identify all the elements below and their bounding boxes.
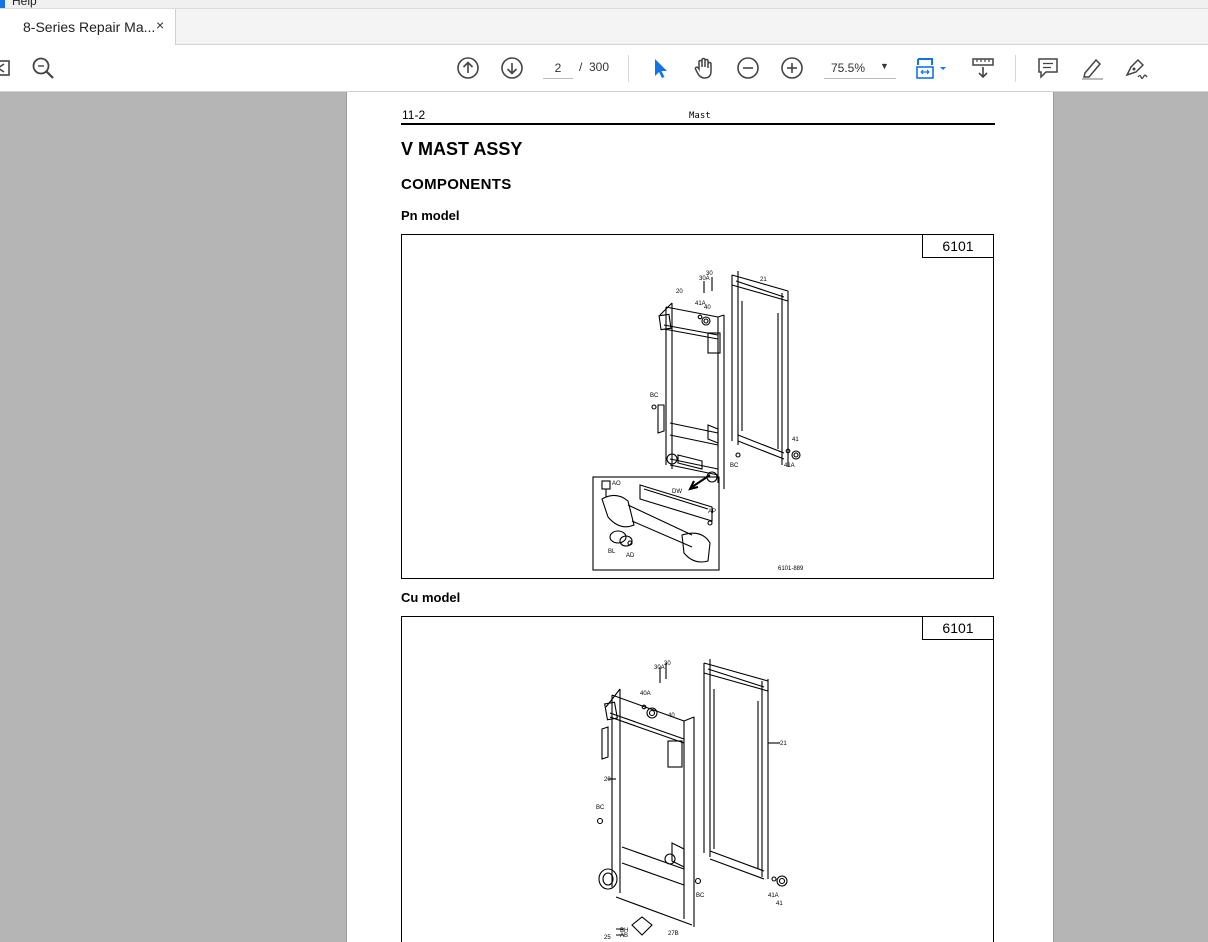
drawing-id: 6101-889 [778, 566, 804, 572]
svg-text:20: 20 [676, 289, 683, 295]
svg-text:21: 21 [760, 277, 767, 283]
svg-text:20: 20 [604, 777, 611, 783]
figure-pn-model: 6101 30 30A 21 20 41A 40 BC BC 41 41A AO… [401, 234, 994, 579]
mast-assembly-drawing: 3030A 21 20 41A40 BC BC 4141A AO DW AP B… [592, 271, 804, 572]
svg-text:30A: 30A [699, 276, 710, 282]
svg-text:30A: 30A [654, 665, 665, 671]
running-head-rule [401, 123, 995, 125]
page-separator: / [579, 60, 583, 74]
page-number-input[interactable]: 2 [543, 57, 573, 79]
menu-bar: Help [0, 0, 1208, 9]
svg-text:BL: BL [608, 549, 616, 555]
figure-caption: Pn model [401, 208, 460, 223]
menu-help[interactable]: Help [12, 0, 37, 8]
svg-text:27B: 27B [668, 931, 679, 937]
svg-text:BC: BC [650, 393, 659, 399]
page-total: 300 [589, 60, 610, 74]
sidebar-toggle-icon[interactable] [0, 55, 14, 81]
running-head-title: Mast [689, 111, 711, 121]
svg-text:40: 40 [704, 305, 711, 311]
document-tab-title: 8-Series Repair Ma... [23, 19, 156, 35]
close-tab-icon[interactable]: × [156, 17, 164, 33]
fit-page-icon[interactable] [914, 55, 950, 81]
figure-caption: Cu model [401, 590, 461, 605]
svg-text:41: 41 [776, 901, 783, 907]
pdf-page: 11-2 Mast V MAST ASSY COMPONENTS Pn mode… [346, 92, 1054, 942]
previous-page-icon[interactable] [455, 55, 481, 81]
svg-text:AB: AB [620, 933, 628, 939]
svg-text:30: 30 [664, 661, 671, 667]
zoom-in-icon[interactable] [779, 55, 805, 81]
svg-text:21: 21 [780, 741, 787, 747]
svg-text:41A: 41A [784, 463, 795, 469]
next-page-icon[interactable] [499, 55, 525, 81]
page-title: V MAST ASSY [401, 139, 523, 159]
sign-icon[interactable] [1123, 55, 1149, 81]
toolbar-divider [628, 55, 629, 82]
svg-text:40: 40 [668, 713, 675, 719]
svg-text:AO: AO [612, 481, 621, 487]
document-tab[interactable]: 8-Series Repair Ma... × [0, 9, 176, 45]
select-cursor-icon[interactable] [647, 55, 673, 81]
chevron-down-icon: ▼ [880, 61, 889, 71]
comment-icon[interactable] [1035, 55, 1061, 81]
highlight-icon[interactable] [1079, 55, 1105, 81]
zoom-value: 75.5% [831, 61, 866, 75]
svg-text:41: 41 [792, 437, 799, 443]
svg-text:40A: 40A [640, 691, 651, 697]
toolbar: 2 / 300 75.5% ▼ [0, 45, 1208, 92]
running-head-number: 11-2 [402, 108, 426, 122]
svg-text:DW: DW [672, 489, 682, 495]
hand-icon[interactable] [691, 55, 717, 81]
svg-text:AP: AP [708, 509, 716, 515]
svg-text:BC: BC [596, 805, 605, 811]
svg-text:41A: 41A [768, 893, 779, 899]
section-heading: COMPONENTS [401, 176, 512, 193]
scrolling-mode-icon[interactable] [970, 55, 996, 81]
svg-text:BC: BC [730, 463, 739, 469]
toolbar-divider [1015, 55, 1016, 82]
zoom-select[interactable]: 75.5% ▼ [824, 57, 896, 79]
zoom-out-icon[interactable] [735, 55, 761, 81]
svg-text:25: 25 [604, 935, 611, 941]
svg-text:BC: BC [696, 893, 705, 899]
search-icon[interactable] [30, 55, 56, 81]
figure-cu-model: 6101 30 30A 40A 40 21 20 BC BC 41A 41 BH… [401, 616, 994, 942]
mast-assembly-drawing: 3030A 40A40 21 20 BC BC 41A41 BHAB 25 27… [596, 659, 788, 941]
tab-bar: 8-Series Repair Ma... × [0, 9, 1208, 45]
document-viewer[interactable]: 11-2 Mast V MAST ASSY COMPONENTS Pn mode… [0, 92, 1208, 942]
app-accent-strip [0, 0, 5, 8]
svg-text:AD: AD [626, 553, 635, 559]
